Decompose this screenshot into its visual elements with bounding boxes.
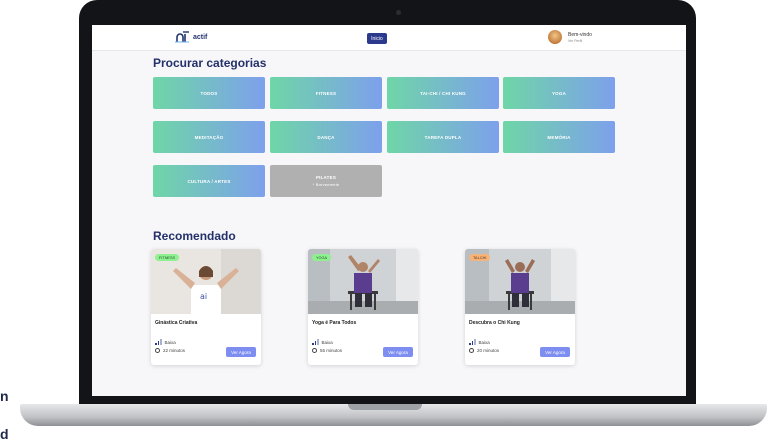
categories-title: Procurar categorias — [153, 56, 267, 70]
category-tarefa-dupla[interactable]: TAREFA DUPLA — [387, 121, 499, 153]
background-text-fragment: n — [0, 388, 9, 404]
laptop-screen: actif Inicio Bem-vindo Ver Perfil Procur… — [92, 25, 686, 396]
signal-bars-icon — [155, 339, 162, 345]
category-memoria[interactable]: MEMÓRIA — [503, 121, 615, 153]
watch-now-button[interactable]: Ver Agora — [540, 347, 570, 357]
category-cultura-artes[interactable]: CULTURA / ARTES — [153, 165, 265, 197]
recommended-title: Recomendado — [153, 229, 236, 243]
clock-icon — [469, 348, 474, 353]
level-label: Baixa — [478, 339, 490, 345]
background-text-fragment: d — [0, 426, 9, 442]
camera-icon — [396, 10, 401, 15]
duration-label: 20 minutos — [477, 348, 500, 353]
video-title: Ginástica Criativa — [155, 320, 198, 326]
video-duration: 55 minutos — [312, 348, 342, 353]
category-badge: FITNESS — [155, 254, 180, 261]
category-badge: TAI-CHI — [469, 254, 491, 261]
video-duration: 22 minutos — [155, 348, 185, 353]
watch-now-button[interactable]: Ver Agora — [383, 347, 413, 357]
category-fitness[interactable]: FITNESS — [270, 77, 382, 109]
category-tai-chi[interactable]: TAI-CHI / CHI KUNG — [387, 77, 499, 109]
level-label: Baixa — [321, 339, 333, 345]
video-duration: 20 minutos — [469, 348, 499, 353]
clock-icon — [312, 348, 317, 353]
actif-logo-icon — [175, 31, 189, 43]
difficulty-level: Baixa — [312, 339, 333, 345]
category-pilates: PILATES * Brevemente — [270, 165, 382, 197]
difficulty-level: Baixa — [469, 339, 490, 345]
signal-bars-icon — [312, 339, 319, 345]
laptop-notch — [348, 404, 422, 410]
duration-label: 22 minutos — [163, 348, 186, 353]
signal-bars-icon — [469, 339, 476, 345]
category-danca[interactable]: DANÇA — [270, 121, 382, 153]
level-label: Baixa — [164, 339, 176, 345]
category-meditacao[interactable]: MEDITAÇÃO — [153, 121, 265, 153]
actif-logo[interactable]: actif — [174, 30, 207, 44]
view-profile-link[interactable]: Ver Perfil — [568, 39, 592, 43]
duration-label: 55 minutos — [320, 348, 343, 353]
coming-soon-label: * Brevemente — [312, 182, 340, 187]
clock-icon — [155, 348, 160, 353]
user-menu[interactable]: Bem-vindo Ver Perfil — [548, 30, 592, 44]
category-pilates-label: PILATES — [315, 175, 337, 180]
video-card[interactable]: YOGA Yoga é Para Todos Baixa 55 minutos … — [308, 249, 418, 365]
logo-text: actif — [193, 33, 208, 41]
video-title: Descubra o Chi Kung — [469, 320, 520, 326]
app-header: actif Inicio Bem-vindo Ver Perfil — [92, 25, 686, 51]
category-todos[interactable]: TODOS — [153, 77, 265, 109]
video-thumbnail[interactable]: TAI-CHI — [465, 249, 575, 314]
user-greeting: Bem-vindo — [568, 31, 592, 38]
svg-text:ai: ai — [200, 292, 207, 301]
video-title: Yoga é Para Todos — [312, 320, 357, 326]
video-thumbnail[interactable]: ai FITNESS — [151, 249, 261, 314]
category-yoga[interactable]: YOGA — [503, 77, 615, 109]
watch-now-button[interactable]: Ver Agora — [226, 347, 256, 357]
avatar[interactable] — [548, 30, 562, 44]
video-card[interactable]: TAI-CHI Descubra o Chi Kung Baixa 20 min… — [465, 249, 575, 365]
video-card[interactable]: ai FITNESS Ginástica Criativa Baixa 22 m… — [151, 249, 261, 365]
difficulty-level: Baixa — [155, 339, 176, 345]
video-thumbnail[interactable]: YOGA — [308, 249, 418, 314]
category-badge: YOGA — [312, 254, 331, 261]
home-button[interactable]: Inicio — [367, 33, 387, 44]
